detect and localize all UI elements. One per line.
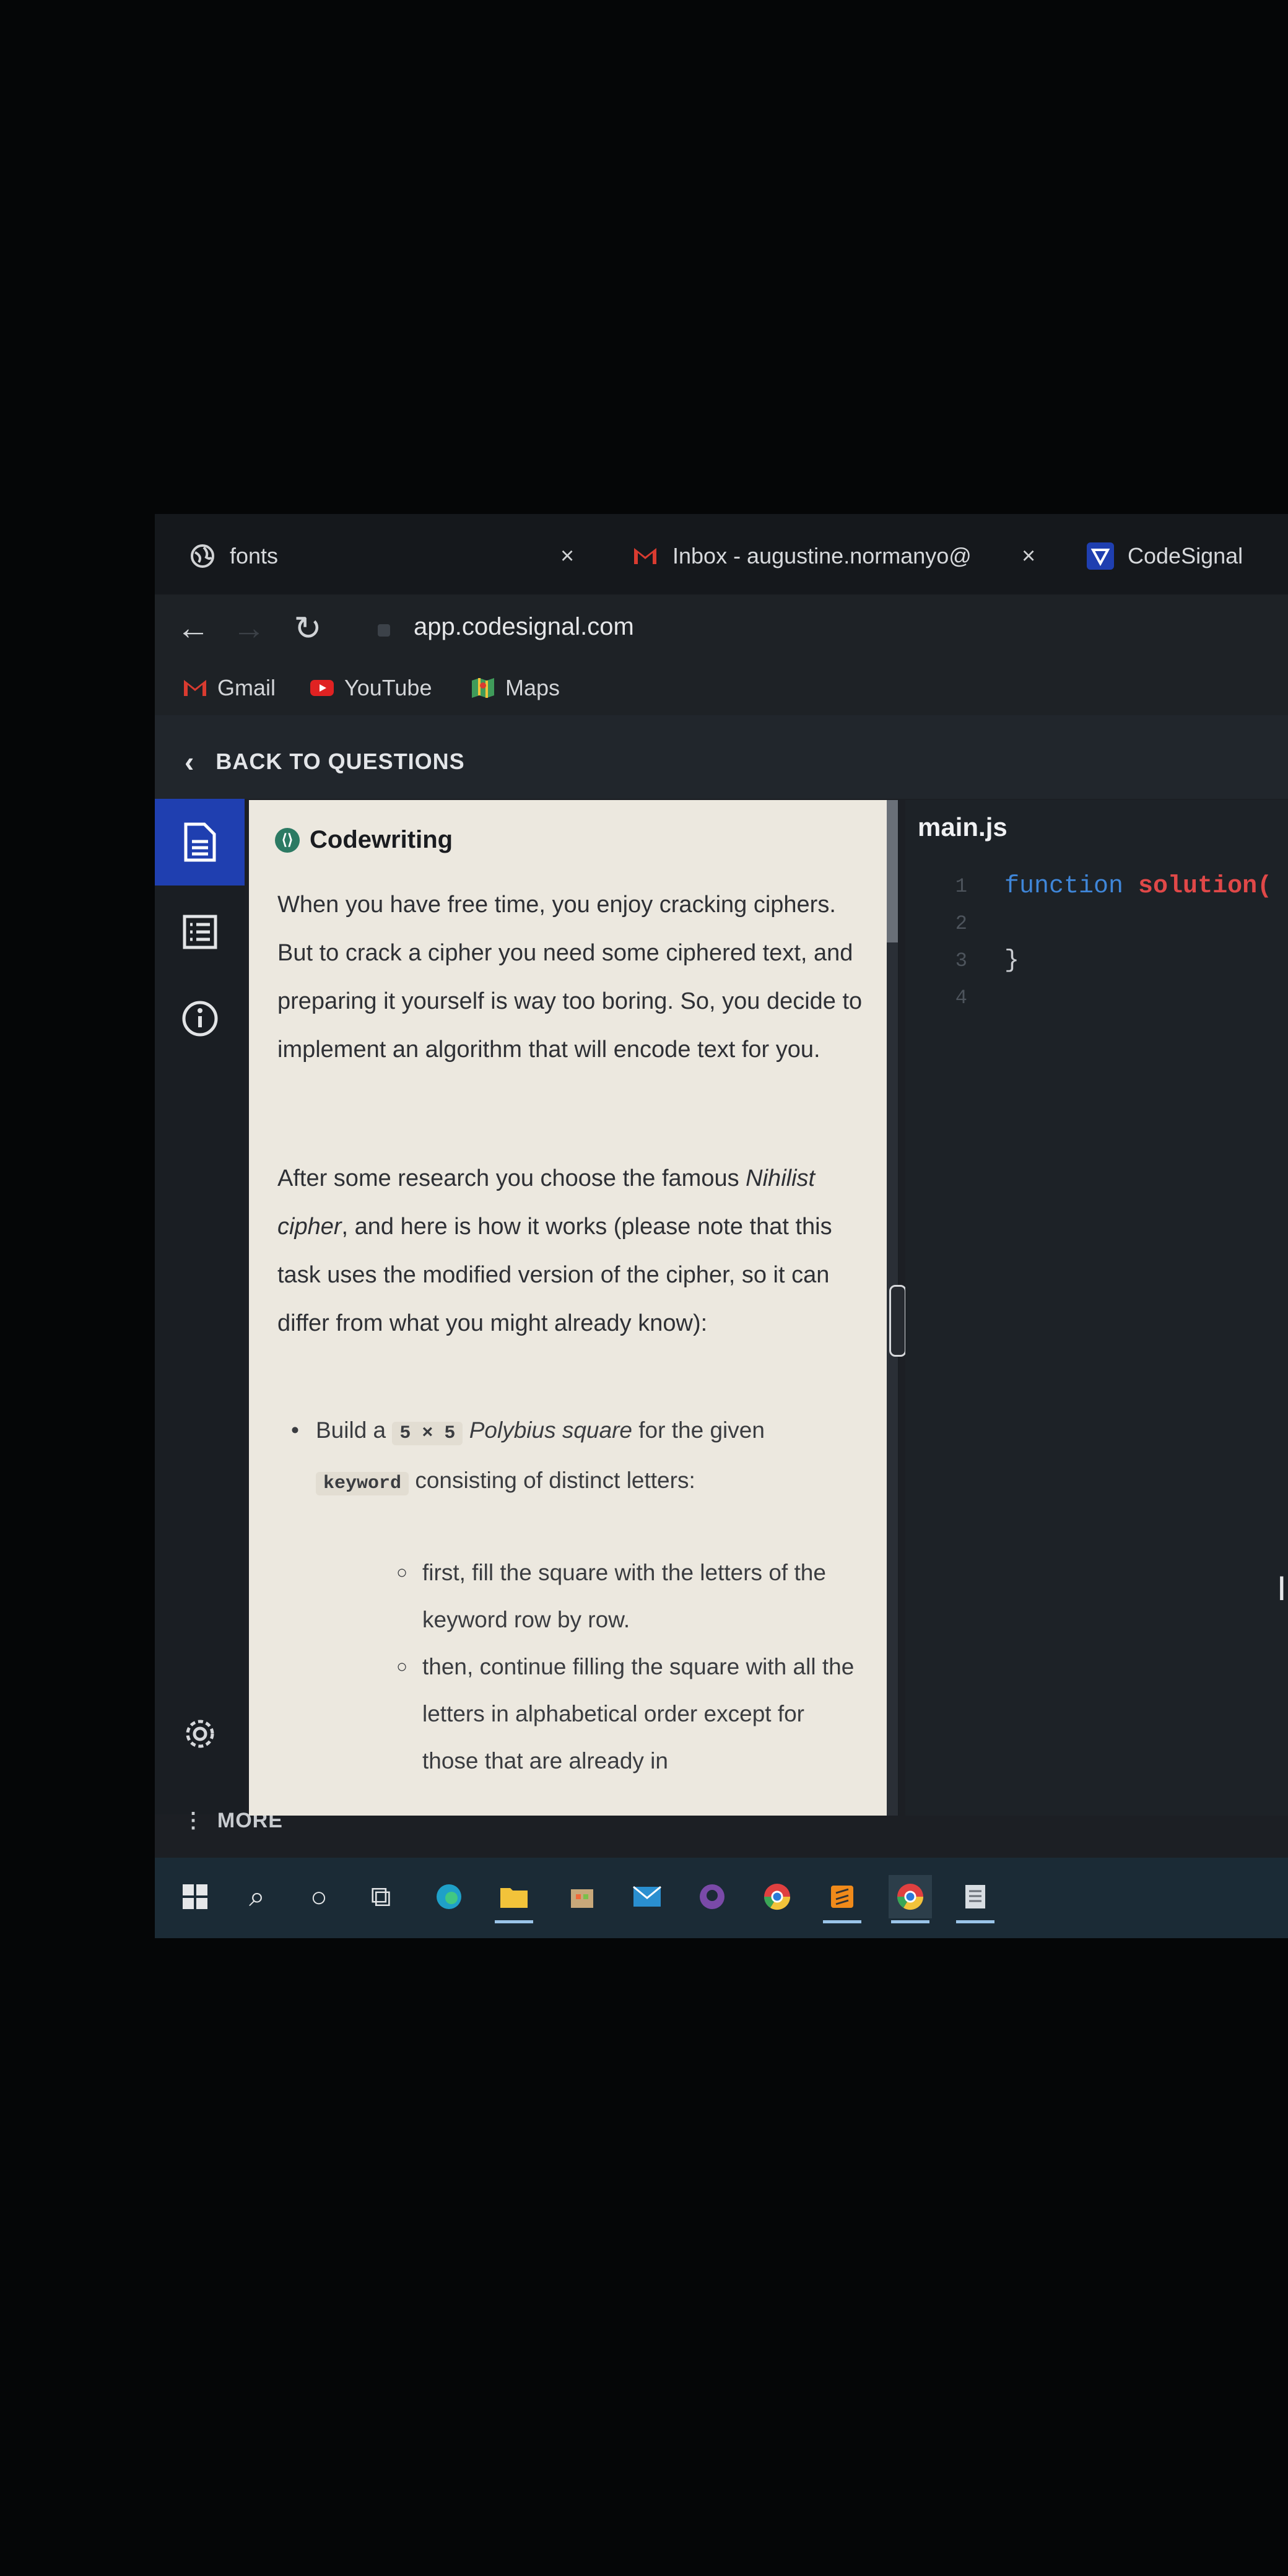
bullet-circle: ○: [396, 1562, 408, 1583]
code-line-1[interactable]: function solution(: [1004, 868, 1272, 905]
kebab-icon: ⋮: [183, 1809, 217, 1832]
editor-filename: main.js: [918, 812, 1007, 842]
bullet-circle: ○: [396, 1656, 408, 1677]
line-number: 3: [955, 949, 967, 972]
chrome-icon[interactable]: [755, 1875, 799, 1918]
notepad-icon[interactable]: [954, 1875, 997, 1923]
windows-taskbar: ⌕ ○ ⧉: [155, 1858, 1288, 1938]
tab-title: fonts: [230, 543, 279, 568]
info-tab[interactable]: [155, 975, 245, 1062]
windows-start-icon[interactable]: [173, 1875, 217, 1918]
gmail-icon: [632, 542, 659, 570]
reload-icon[interactable]: ↻: [288, 608, 328, 648]
list-icon: [183, 915, 217, 949]
gmail-icon: [184, 680, 206, 696]
edge-icon[interactable]: [427, 1875, 471, 1918]
close-icon[interactable]: ×: [1022, 543, 1035, 570]
bookmark-maps[interactable]: Maps: [471, 675, 560, 701]
back-to-questions-link[interactable]: ‹ BACK TO QUESTIONS: [185, 745, 465, 778]
task-view-icon[interactable]: ⧉: [359, 1875, 402, 1918]
file-explorer-icon[interactable]: [492, 1875, 536, 1923]
bookmark-label: Maps: [505, 675, 560, 700]
store-icon[interactable]: [560, 1875, 604, 1918]
tab-title: Inbox - augustine.normanyo@: [672, 543, 972, 568]
list-item: ○ then, continue filling the square with…: [396, 1643, 856, 1785]
line-number: 1: [955, 875, 967, 898]
settings-button[interactable]: [155, 1690, 245, 1777]
tab-inbox[interactable]: Inbox - augustine.normanyo@ ×: [632, 531, 1035, 581]
forward-arrow-icon[interactable]: →: [229, 608, 269, 648]
address-bar: ← → ↻ app.codesignal.com: [155, 594, 1288, 663]
chrome-active-icon[interactable]: [889, 1875, 932, 1923]
description-paragraph-1: When you have free time, you enjoy crack…: [277, 892, 863, 1063]
cortana-icon[interactable]: ○: [297, 1875, 341, 1918]
panel-resize-handle[interactable]: [889, 1285, 907, 1357]
youtube-icon: [310, 680, 334, 696]
line-number: 4: [955, 986, 967, 1009]
task-type-heading: ⟨⟩ Codewriting: [275, 826, 453, 854]
code-editor[interactable]: main.js 1 2 3 4 function solution( } I: [905, 800, 1288, 1816]
back-arrow-icon[interactable]: ←: [173, 608, 213, 648]
heading-text: Codewriting: [310, 826, 453, 853]
tab-fonts[interactable]: fonts ×: [189, 531, 579, 581]
line-number: 2: [955, 912, 967, 935]
codewriting-icon: ⟨⟩: [275, 827, 300, 853]
codesignal-icon: [1087, 542, 1114, 570]
mail-icon[interactable]: [625, 1875, 669, 1918]
url-field[interactable]: app.codesignal.com: [414, 613, 634, 641]
close-icon[interactable]: ×: [560, 543, 574, 570]
globe-icon: [189, 542, 216, 570]
bookmark-label: Gmail: [217, 675, 276, 700]
tab-codesignal[interactable]: CodeSignal: [1087, 531, 1285, 581]
browser-tab-bar: fonts × Inbox - augustine.normanyo@ × Co…: [155, 514, 1288, 594]
github-icon[interactable]: [690, 1875, 734, 1918]
line-number-gutter: 1 2 3 4: [942, 868, 967, 1017]
bookmark-gmail[interactable]: Gmail: [183, 675, 276, 701]
description-paragraph-2: After some research you choose the famou…: [277, 1165, 832, 1336]
bullet-dot: •: [291, 1417, 299, 1443]
list-item: ○ first, fill the square with the letter…: [396, 1549, 856, 1643]
bookmarks-bar: Gmail YouTube Maps: [155, 663, 1288, 715]
description-tab[interactable]: [155, 799, 245, 886]
chevron-left-icon: ‹: [185, 746, 195, 778]
tab-title: CodeSignal: [1128, 543, 1243, 568]
description-icon: [184, 822, 215, 862]
list-item: • Build a 5 × 5 Polybius square for the …: [291, 1407, 861, 1507]
tests-tab[interactable]: [155, 889, 245, 975]
site-info-icon[interactable]: [378, 624, 390, 637]
back-label: BACK TO QUESTIONS: [215, 749, 465, 774]
bookmark-label: YouTube: [344, 675, 432, 700]
monitor-screen: fonts × Inbox - augustine.normanyo@ × Co…: [155, 514, 1288, 1938]
maps-icon: [472, 678, 494, 698]
sublime-text-icon[interactable]: [820, 1875, 864, 1923]
description-panel: ⟨⟩ Codewriting When you have free time, …: [249, 800, 899, 1816]
description-scrollbar-thumb[interactable]: [887, 800, 898, 942]
app-header: ‹ BACK TO QUESTIONS: [155, 715, 1288, 799]
bookmark-youtube[interactable]: YouTube: [310, 675, 432, 701]
search-icon[interactable]: ⌕: [235, 1875, 279, 1918]
left-rail: [155, 799, 245, 1814]
text-cursor-icon: I: [1277, 1569, 1287, 1608]
info-icon: [182, 1001, 217, 1037]
settings-icon: [186, 1720, 214, 1748]
code-line-3[interactable]: }: [1004, 942, 1019, 980]
